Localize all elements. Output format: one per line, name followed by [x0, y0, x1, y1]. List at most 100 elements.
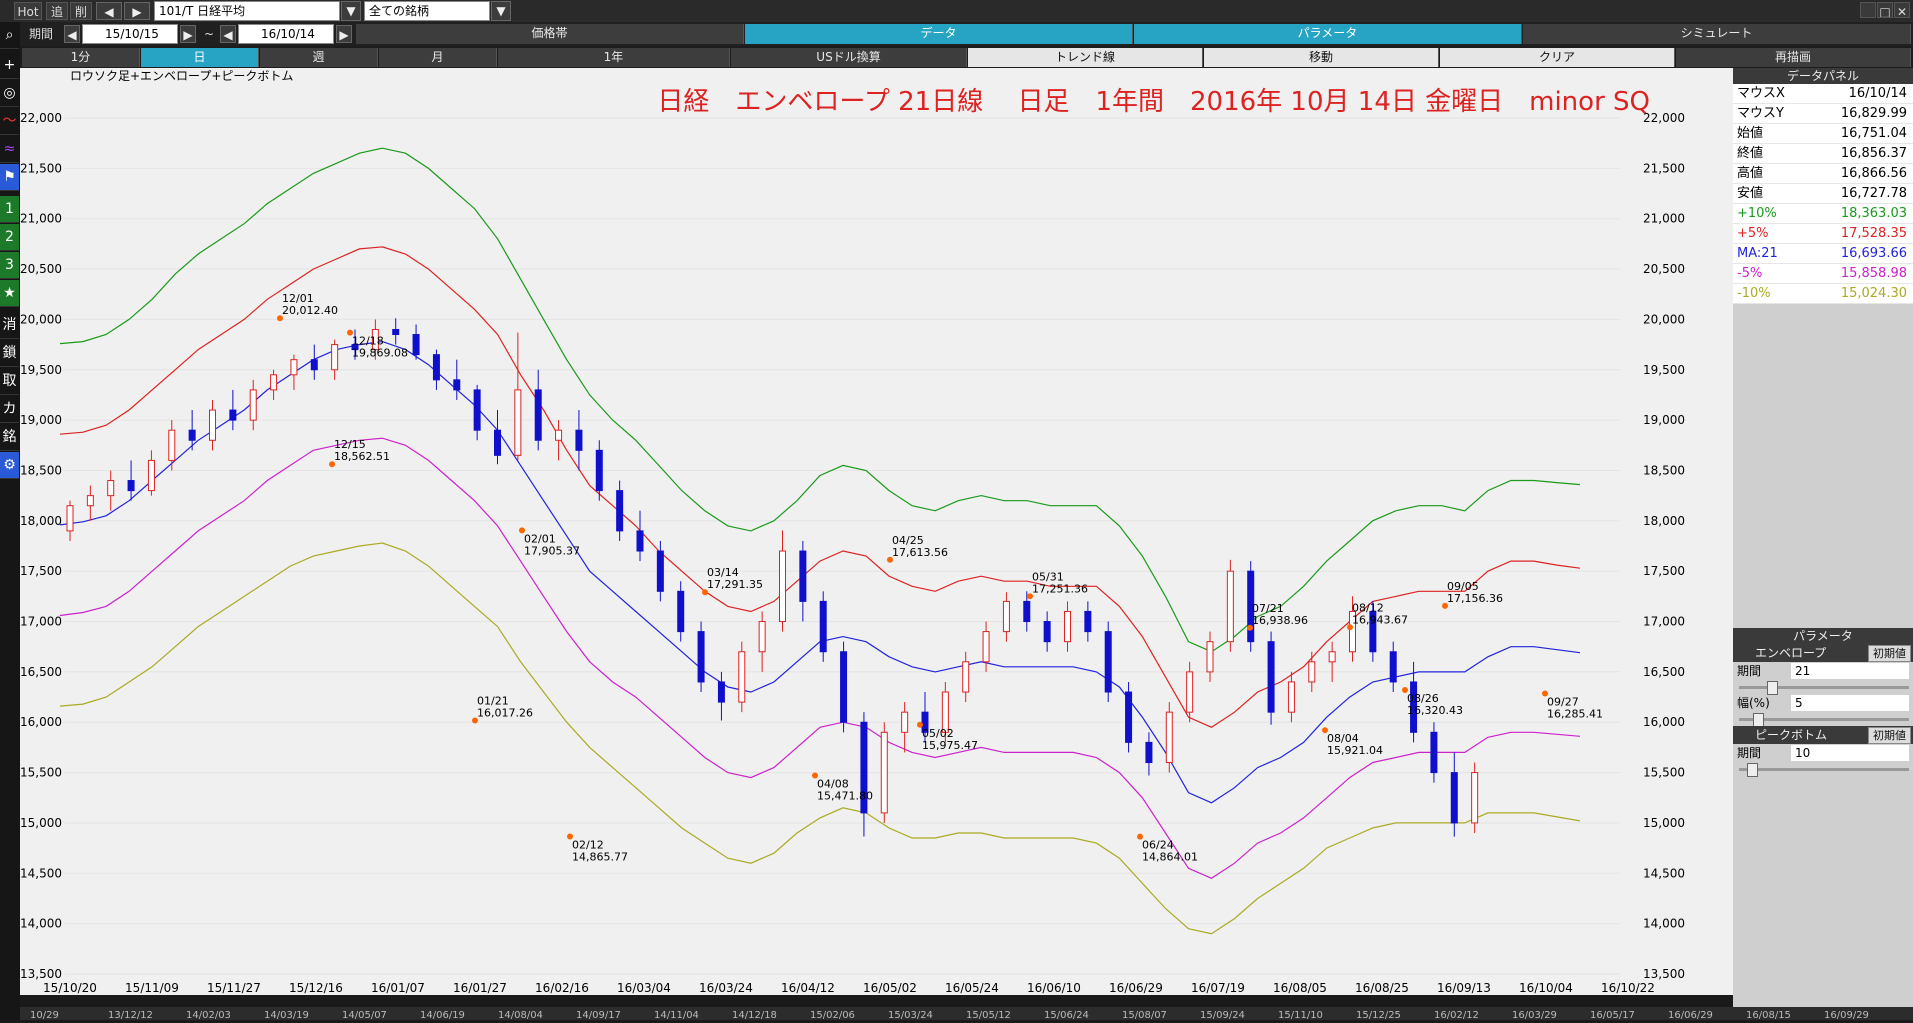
peakbottom-reset-button[interactable]: 初期値	[1868, 727, 1911, 744]
y-tick-label: 22,000	[1643, 111, 1685, 125]
history-tick-label: 15/11/10	[1278, 1010, 1323, 1020]
maximize-icon[interactable]: □	[1877, 2, 1893, 18]
y-tick-label: 14,000	[20, 917, 62, 931]
end-date-input[interactable]: 16/10/14	[238, 24, 334, 44]
tab-trendline[interactable]: トレンド線	[968, 48, 1203, 67]
add-button[interactable]: 追	[46, 2, 68, 20]
candle-body	[514, 389, 522, 456]
top-toolbar: Hot 追 削 ◀ ▶ 101/T 日経平均 ▼ 全ての銘柄 ▼ ▁ □ ✕	[0, 0, 1913, 22]
candlestick-chart[interactable]: 12/0120,012.4012/1819,869.0812/1518,562.…	[20, 68, 1733, 995]
close-icon[interactable]: ✕	[1894, 2, 1910, 18]
envelope-name: エンベロープ	[1755, 646, 1827, 660]
data-panel-value: 16,829.99	[1840, 106, 1907, 121]
next-arrow-icon[interactable]: ▶	[124, 2, 150, 20]
hot-button[interactable]: Hot	[14, 2, 42, 20]
envelope-width-slider[interactable]	[1739, 712, 1909, 727]
envelope-period-input[interactable]: 21	[1791, 663, 1909, 679]
universe-select[interactable]: 全ての銘柄	[364, 1, 490, 21]
history-tick-label: 14/03/19	[264, 1010, 309, 1020]
y-tick-label: 20,000	[1643, 312, 1685, 326]
tab-redraw[interactable]: 再描画	[1676, 48, 1911, 67]
peakbottom-period-slider[interactable]	[1739, 762, 1909, 777]
chart-title: 日経 エンベロープ 21日線 日足 1年間 2016年 10月 14日 金曜日 …	[657, 87, 1650, 117]
end-next-icon[interactable]: ▶	[336, 25, 352, 43]
history-scrollbar[interactable]: 10/29 13/12/12 14/02/03 14/03/19 14/05/07 14/…	[20, 1007, 1913, 1021]
candle-body	[107, 480, 115, 497]
tab-simulate[interactable]: シミュレート	[1523, 24, 1911, 44]
chain-button[interactable]: 鎖	[0, 340, 19, 367]
history-tick-label: 14/06/19	[420, 1010, 465, 1020]
prev-arrow-icon[interactable]: ◀	[96, 2, 122, 20]
tab-day[interactable]: 日	[141, 48, 259, 67]
history-tick-label: 15/03/24	[888, 1010, 933, 1020]
tab-price-band[interactable]: 価格帯	[356, 24, 744, 44]
flag-icon[interactable]: ⚑	[0, 164, 19, 191]
tab-month[interactable]: 月	[379, 48, 497, 67]
candle-body	[962, 661, 970, 693]
data-panel-row: MA:21 16,693.66	[1733, 244, 1913, 264]
x-tick-label: 16/03/24	[699, 981, 753, 995]
crosshair-icon[interactable]: +	[0, 52, 19, 79]
camera-icon[interactable]: ◎	[0, 80, 19, 107]
tab-week[interactable]: 週	[260, 48, 378, 67]
envelope-period-slider[interactable]	[1739, 680, 1909, 695]
delete-button[interactable]: 削	[70, 2, 92, 20]
erase-button[interactable]: 消	[0, 312, 19, 339]
symbol-select[interactable]: 101/T 日経平均	[154, 1, 340, 21]
data-panel-key: マウスY	[1737, 106, 1784, 121]
data-panel-value: 16,856.37	[1840, 146, 1907, 161]
envelope-width-input[interactable]: 5	[1791, 695, 1909, 711]
tab-1min[interactable]: 1分	[22, 48, 140, 67]
history-tick-label: 15/06/24	[1044, 1010, 1089, 1020]
y-tick-label: 21,500	[1643, 161, 1685, 175]
chevron-down-icon[interactable]: ▼	[491, 1, 511, 21]
preset-3-button[interactable]: 3	[0, 252, 19, 279]
peak-value-label: 19,869.08	[352, 347, 408, 360]
start-prev-icon[interactable]: ◀	[64, 25, 80, 43]
peakbottom-name: ピークボトム	[1755, 728, 1828, 742]
minimize-icon[interactable]: ▁	[1860, 2, 1876, 18]
preset-1-button[interactable]: 1	[0, 196, 19, 223]
envelope-lines	[59, 147, 1581, 935]
candle-body	[168, 429, 176, 461]
candles	[66, 318, 1479, 837]
candle-body	[1104, 631, 1112, 693]
search-icon[interactable]: ⌕	[0, 22, 19, 49]
ka-button[interactable]: カ	[0, 396, 19, 423]
line-icon[interactable]: 〜	[0, 108, 19, 135]
tab-parameter[interactable]: パラメータ	[1134, 24, 1522, 44]
take-button[interactable]: 取	[0, 368, 19, 395]
candle-body	[575, 429, 583, 451]
tab-1year[interactable]: 1年	[498, 48, 730, 67]
peakbottom-period-row: 期間 10	[1733, 744, 1913, 762]
symbol-button[interactable]: 銘	[0, 424, 19, 451]
candle-body	[1084, 610, 1092, 633]
tab-move[interactable]: 移動	[1204, 48, 1439, 67]
envelope-reset-button[interactable]: 初期値	[1868, 645, 1911, 662]
start-date-input[interactable]: 15/10/15	[82, 24, 178, 44]
data-panel-row: 高値 16,866.56	[1733, 164, 1913, 184]
x-tick-label: 16/06/10	[1027, 981, 1081, 995]
preset-2-button[interactable]: 2	[0, 224, 19, 251]
tab-usd[interactable]: USドル換算	[731, 48, 967, 67]
star-icon[interactable]: ★	[0, 280, 19, 307]
tab-clear[interactable]: クリア	[1440, 48, 1675, 67]
end-prev-icon[interactable]: ◀	[220, 25, 236, 43]
history-tick-label: 16/05/17	[1590, 1010, 1635, 1020]
x-tick-label: 16/08/25	[1355, 981, 1409, 995]
tab-data[interactable]: データ	[745, 24, 1133, 44]
chart-area[interactable]: 12/01 20,012.40 12/18 19,869.08 12/15 18,562.…	[20, 68, 1733, 995]
peakbottom-period-input[interactable]: 10	[1791, 745, 1909, 761]
start-next-icon[interactable]: ▶	[180, 25, 196, 43]
gear-icon[interactable]: ⚙	[0, 452, 19, 479]
wave-icon[interactable]: ≈	[0, 136, 19, 163]
chevron-down-icon[interactable]: ▼	[341, 1, 361, 21]
history-tick-label: 15/12/25	[1356, 1010, 1401, 1020]
period-label: 期間	[1737, 746, 1762, 760]
width-label: 幅(%)	[1737, 696, 1770, 710]
y-tick-label: 15,000	[20, 816, 62, 830]
history-tick-label: 16/06/29	[1668, 1010, 1713, 1020]
data-panel-key: +5%	[1737, 226, 1769, 241]
data-panel-value: 16,727.78	[1840, 186, 1907, 201]
y-tick-label: 20,000	[20, 312, 62, 326]
